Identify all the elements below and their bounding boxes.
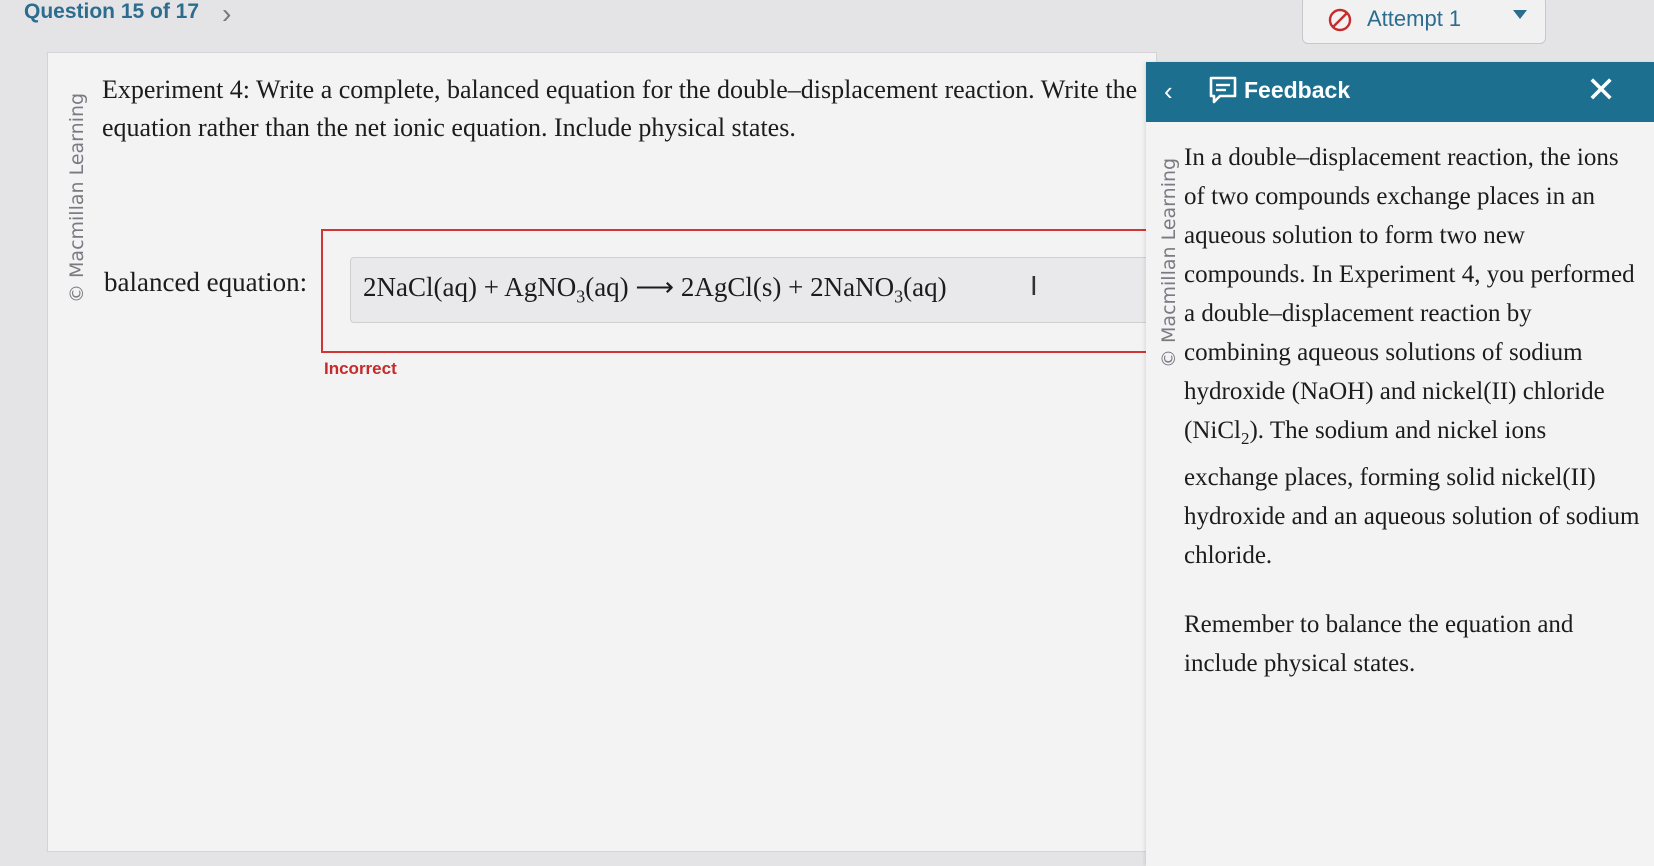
feedback-paragraph: Remember to balance the equation and inc… [1184,611,1574,677]
text-cursor-icon: I [1030,272,1038,302]
close-icon[interactable]: ✕ [1586,70,1616,111]
caret-down-icon [1513,10,1527,19]
status-incorrect: Incorrect [324,359,397,378]
question-card: © Macmillan Learning Experiment 4: Write… [47,52,1221,852]
attempt-dropdown[interactable]: Attempt 1 [1302,0,1546,44]
feedback-header: ‹ Feedback ✕ [1146,62,1654,122]
next-question-chevron-icon[interactable]: › [222,0,231,30]
equation-reactants-text: 2NaCl(aq) + AgNO [363,272,577,302]
feedback-paragraph: In a double–displacement reaction, the i… [1184,144,1640,569]
chevron-left-icon[interactable]: ‹ [1164,76,1173,107]
equation-subscript: 3 [894,286,904,307]
reaction-arrow-icon: ⟶ [635,272,675,302]
feedback-title: Feedback [1244,77,1351,103]
question-counter: Question 15 of 17 [24,0,200,23]
answer-label: balanced equation: [104,267,308,297]
comment-icon [1209,76,1237,104]
question-prompt: Experiment 4: Write a complete, balanced… [102,75,1138,142]
equation-products-text: 2AgCl(s) + 2NaNO [680,272,895,302]
feedback-panel: ‹ Feedback ✕ © Macmillan Learning In a d… [1146,62,1654,866]
attempt-label: Attempt 1 [1367,6,1462,31]
equation-state-text: (aq) [903,272,947,302]
copyright-watermark: © Macmillan Learning [66,92,88,303]
copyright-watermark: © Macmillan Learning [1158,157,1180,368]
equation-state-text: (aq) [585,272,629,302]
no-entry-icon [1328,8,1352,32]
feedback-body: In a double–displacement reaction, the i… [1184,138,1644,713]
equation-subscript: 3 [576,286,586,307]
equation-input[interactable]: 2NaCl(aq) + AgNO3(aq) ⟶ 2AgCl(s) + 2NaNO… [350,257,1210,323]
top-bar: Question 15 of 17 › Attempt 1 [0,0,1654,50]
